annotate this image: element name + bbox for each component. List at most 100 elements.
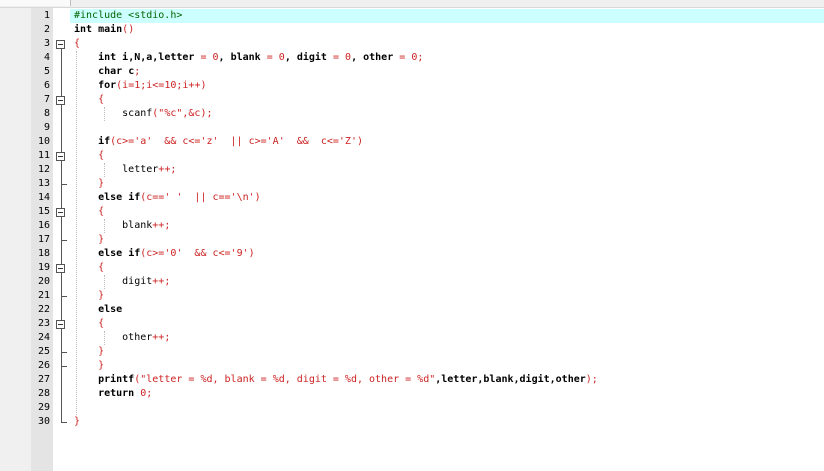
code-line[interactable]: 7 {	[0, 93, 824, 107]
code-token: else	[74, 248, 123, 259]
code-line[interactable]: 4 int i,N,a,letter = 0, blank = 0, digit…	[0, 51, 824, 65]
line-number: 3	[43, 38, 50, 49]
code-text: }	[74, 345, 104, 359]
code-line[interactable]: 16 blank++;	[0, 219, 824, 233]
line-number: 13	[37, 178, 50, 189]
line-number: 17	[37, 234, 50, 245]
code-token: , blank	[218, 52, 267, 63]
code-text: }	[74, 289, 104, 303]
editor-tab[interactable]	[0, 0, 71, 6]
code-token: (c==' ' || c=='\n')	[140, 192, 261, 203]
code-text: blank++;	[74, 219, 170, 233]
code-token: else	[74, 304, 123, 315]
code-line[interactable]: 1 #include <stdio.h>	[0, 9, 824, 23]
line-number: 18	[37, 248, 50, 259]
code-line[interactable]: 10 if(c>='a' && c<='z' || c>='A' && c<='…	[0, 135, 824, 149]
code-text: else if(c==' ' || c=='\n')	[74, 191, 261, 205]
code-line[interactable]: 25 }	[0, 345, 824, 359]
line-number: 23	[37, 318, 50, 329]
code-line[interactable]: 28 return 0;	[0, 387, 824, 401]
code-token: ;i++)	[176, 80, 207, 91]
code-line[interactable]: 3{	[0, 37, 824, 51]
line-number: 10	[37, 136, 50, 147]
code-token: );	[585, 374, 598, 385]
code-line[interactable]: 9	[0, 121, 824, 135]
code-line[interactable]: 18 else if(c>='0' && c<='9')	[0, 247, 824, 261]
code-line[interactable]: 29	[0, 401, 824, 415]
line-number: 6	[43, 80, 50, 91]
line-number: 19	[37, 262, 50, 273]
line-number: 8	[43, 108, 50, 119]
code-token: 0;	[140, 388, 153, 399]
code-token: }	[74, 416, 81, 427]
code-text: }	[74, 415, 80, 429]
code-line[interactable]: 30}	[0, 415, 824, 429]
line-number: 26	[37, 360, 50, 371]
code-line[interactable]: 12 letter++;	[0, 163, 824, 177]
code-token: ("letter = %d, blank = %d, digit = %d, o…	[134, 374, 436, 385]
code-line[interactable]: 13 }	[0, 177, 824, 191]
code-token: if	[122, 192, 141, 203]
toolbar-strip	[0, 0, 824, 8]
code-token: #include <stdio.h>	[74, 10, 183, 21]
code-line[interactable]: 11 {	[0, 149, 824, 163]
line-number: 15	[37, 206, 50, 217]
code-text: other++;	[74, 331, 170, 345]
code-line[interactable]: 24 other++;	[0, 331, 824, 345]
code-token: blank	[74, 220, 153, 231]
code-token: ,letter,blank,digit,other	[435, 374, 586, 385]
code-token: }	[74, 178, 105, 189]
code-line[interactable]: 14 else if(c==' ' || c=='\n')	[0, 191, 824, 205]
code-text: }	[74, 359, 104, 373]
line-number: 1	[43, 10, 50, 21]
code-line[interactable]: 27 printf("letter = %d, blank = %d, digi…	[0, 373, 824, 387]
code-line[interactable]: 20 digit++;	[0, 275, 824, 289]
code-line[interactable]: 2 int main()	[0, 23, 824, 37]
code-text: else	[74, 303, 122, 317]
code-token: }	[74, 360, 105, 371]
code-text: }	[74, 177, 104, 191]
code-token: {	[74, 94, 105, 105]
code-text: int i,N,a,letter = 0, blank = 0, digit =…	[74, 51, 423, 65]
line-number: 25	[37, 346, 50, 357]
line-number: 4	[43, 52, 50, 63]
code-line[interactable]: 6 for(i=1;i<=10;i++)	[0, 79, 824, 93]
code-text: {	[74, 261, 104, 275]
code-token: , digit	[284, 52, 333, 63]
code-token: {	[74, 262, 105, 273]
code-line[interactable]: 23 {	[0, 317, 824, 331]
code-line[interactable]: 22 else	[0, 303, 824, 317]
code-token: {	[74, 206, 105, 217]
code-line[interactable]: 21 }	[0, 289, 824, 303]
code-token: , other	[351, 52, 400, 63]
code-line[interactable]: 26 }	[0, 359, 824, 373]
code-text: {	[74, 37, 80, 51]
line-number: 27	[37, 374, 50, 385]
code-token: ++;	[152, 276, 171, 287]
code-token: main	[92, 24, 123, 35]
code-text: }	[74, 233, 104, 247]
code-line[interactable]: 5 char c;	[0, 65, 824, 79]
code-text: digit++;	[74, 275, 170, 289]
line-number: 21	[37, 290, 50, 301]
code-lines: 1 #include <stdio.h> 2 int main() 3{4 int i,…	[0, 9, 824, 429]
code-token: 0;	[411, 52, 424, 63]
line-number: 9	[43, 122, 50, 133]
code-token: if	[74, 136, 111, 147]
line-number: 14	[37, 192, 50, 203]
code-token: other	[74, 332, 153, 343]
code-line[interactable]: 15 {	[0, 205, 824, 219]
code-text: else if(c>='0' && c<='9')	[74, 247, 255, 261]
code-token: ("%c",&c);	[152, 108, 213, 119]
line-number: 16	[37, 220, 50, 231]
line-number: 5	[43, 66, 50, 77]
code-line[interactable]: 19 {	[0, 261, 824, 275]
code-text: if(c>='a' && c<='z' || c>='A' && c<='Z')	[74, 135, 363, 149]
code-token: letter	[74, 164, 159, 175]
code-text: {	[74, 149, 104, 163]
code-line[interactable]: 17 }	[0, 233, 824, 247]
code-token: }	[74, 290, 105, 301]
line-number: 2	[43, 24, 50, 35]
code-line[interactable]: 8 scanf("%c",&c);	[0, 107, 824, 121]
code-token: ++;	[152, 332, 171, 343]
